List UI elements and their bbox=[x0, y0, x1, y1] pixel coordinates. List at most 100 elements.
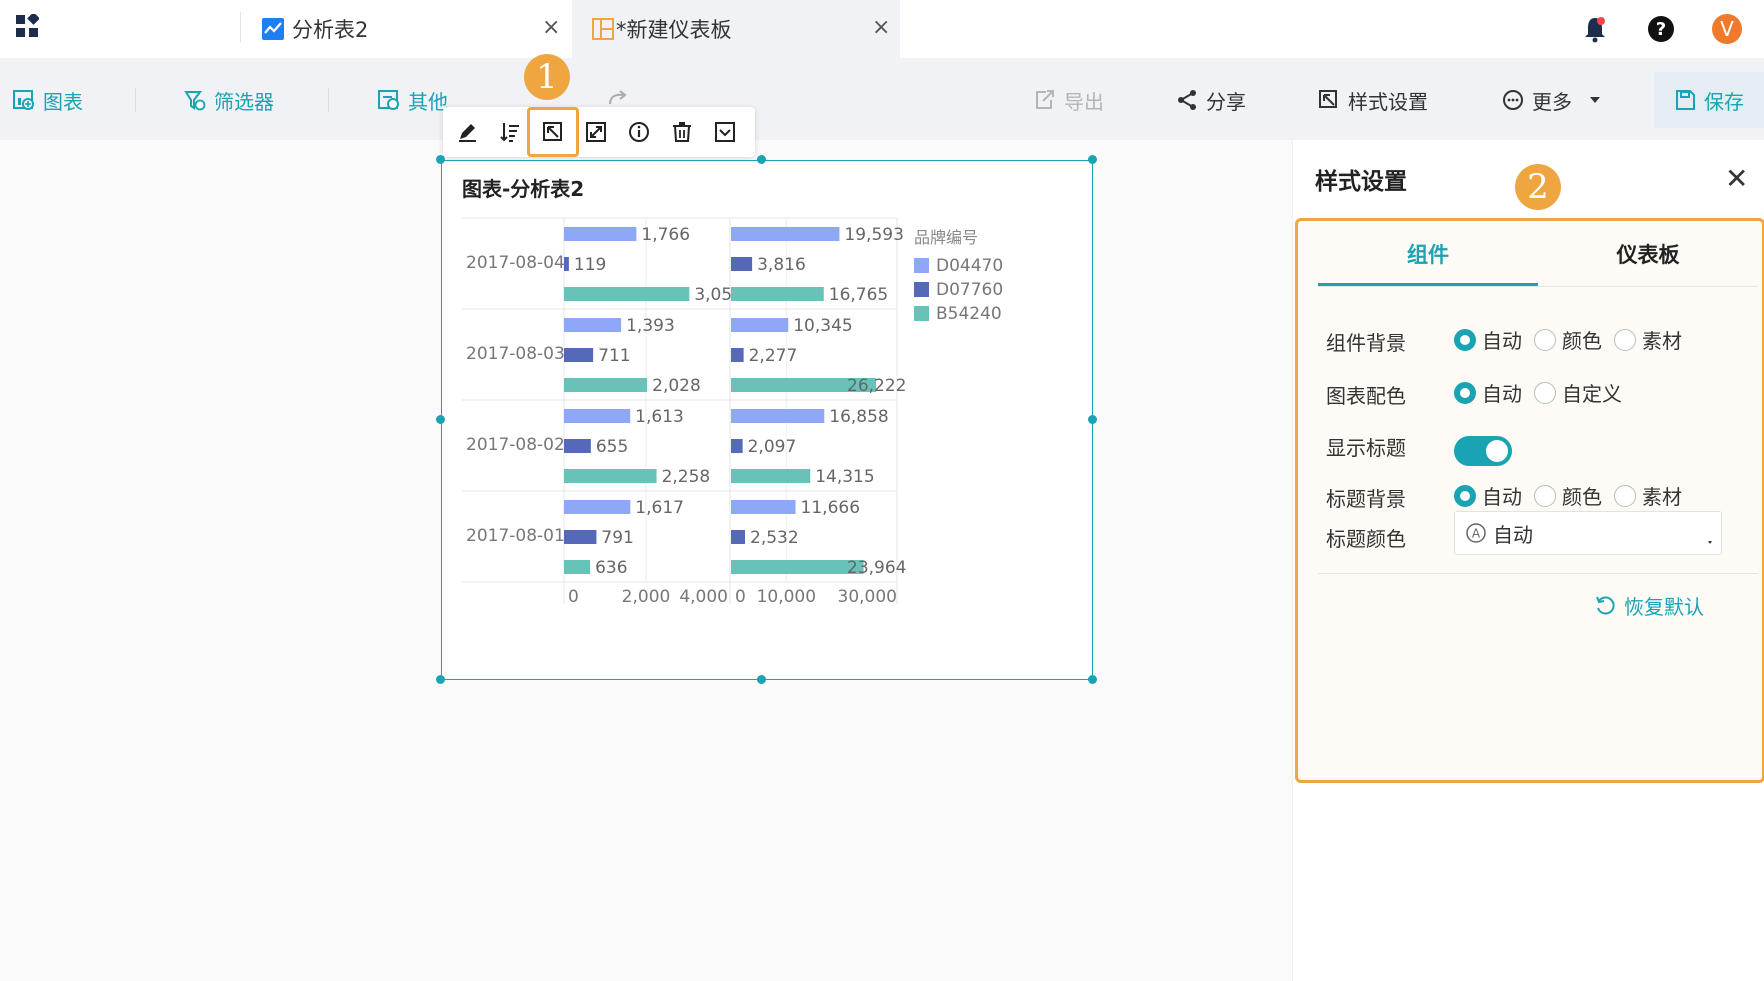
bar bbox=[564, 227, 637, 241]
radio-dot bbox=[1614, 484, 1636, 507]
title-color-select[interactable]: A 自动 bbox=[1454, 511, 1722, 555]
show-title-label: 显示标题 bbox=[1326, 436, 1406, 460]
data-label: 23,964 bbox=[847, 558, 906, 578]
data-label: 791 bbox=[601, 528, 633, 548]
caret-down-icon bbox=[1590, 97, 1600, 103]
highlight-frame bbox=[527, 107, 579, 157]
filter-icon bbox=[184, 91, 206, 111]
tab-dashboard[interactable]: 仪表板 bbox=[1538, 239, 1758, 269]
edit-button[interactable] bbox=[454, 119, 480, 145]
resize-handle[interactable] bbox=[436, 415, 445, 424]
close-icon[interactable]: × bbox=[872, 15, 890, 40]
data-label: 636 bbox=[595, 558, 627, 578]
bar bbox=[564, 287, 690, 301]
palette-auto-radio[interactable]: 自动 bbox=[1454, 378, 1522, 407]
radio-label: 自动 bbox=[1482, 329, 1522, 353]
avatar-letter: V bbox=[1720, 17, 1734, 41]
info-icon bbox=[629, 122, 649, 142]
resize-handle[interactable] bbox=[1088, 675, 1097, 684]
resize-handle[interactable] bbox=[436, 155, 445, 164]
resize-handle[interactable] bbox=[436, 675, 445, 684]
badge-number: 2 bbox=[1527, 167, 1549, 207]
data-label: 1,613 bbox=[635, 407, 684, 427]
data-label: 119 bbox=[574, 255, 606, 275]
title-bg-color-radio[interactable]: 颜色 bbox=[1534, 481, 1602, 510]
svg-text:A: A bbox=[1472, 527, 1481, 541]
filter-button[interactable]: 筛选器 bbox=[184, 85, 274, 115]
info-button[interactable] bbox=[626, 119, 652, 145]
toolbar-divider bbox=[135, 88, 136, 112]
radio-dot bbox=[1614, 328, 1636, 351]
title-bg-auto-radio[interactable]: 自动 bbox=[1454, 481, 1522, 510]
bar bbox=[564, 560, 591, 574]
more-button[interactable]: 更多 bbox=[1502, 85, 1610, 115]
data-label: 655 bbox=[596, 437, 628, 457]
delete-button[interactable] bbox=[669, 119, 695, 145]
bar bbox=[564, 318, 622, 332]
avatar[interactable]: V bbox=[1712, 14, 1742, 44]
sort-button[interactable] bbox=[497, 119, 523, 145]
resize-handle[interactable] bbox=[757, 675, 766, 684]
radio-label: 颜色 bbox=[1562, 485, 1602, 509]
bar bbox=[564, 500, 631, 514]
style-settings-button-label: 样式设置 bbox=[1348, 89, 1428, 114]
data-label: 26,222 bbox=[847, 376, 906, 396]
bar bbox=[564, 257, 569, 271]
share-button[interactable]: 分享 bbox=[1176, 85, 1246, 115]
legend-swatch bbox=[914, 258, 929, 273]
bar bbox=[731, 257, 753, 271]
resize-handle[interactable] bbox=[1088, 155, 1097, 164]
expand-icon bbox=[586, 122, 606, 142]
bell-icon[interactable] bbox=[1580, 14, 1610, 44]
app-menu-icon[interactable] bbox=[15, 14, 39, 38]
tab-bar: 分析表2 × *新建仪表板 × ? V bbox=[0, 0, 1764, 58]
style-settings-button[interactable]: 样式设置 bbox=[1318, 85, 1428, 115]
bg-color-radio[interactable]: 颜色 bbox=[1534, 325, 1602, 354]
close-icon[interactable]: × bbox=[542, 15, 560, 40]
save-button[interactable]: 保存 bbox=[1654, 72, 1764, 128]
svg-text:?: ? bbox=[1656, 19, 1666, 40]
radio-dot bbox=[1534, 381, 1556, 404]
chart-component[interactable]: 图表-分析表2 2017-08-04 1,766 19,593 119 3,816 3,0… bbox=[441, 160, 1093, 680]
bar bbox=[731, 227, 840, 241]
resize-handle[interactable] bbox=[1088, 415, 1097, 424]
palette-custom-radio[interactable]: 自定义 bbox=[1534, 378, 1622, 407]
chart-palette-label: 图表配色 bbox=[1326, 384, 1406, 408]
chart-button[interactable]: 图表 bbox=[13, 85, 83, 115]
help-icon[interactable]: ? bbox=[1646, 14, 1676, 44]
other-button-label: 其他 bbox=[408, 89, 448, 114]
export-button[interactable]: 导出 bbox=[1034, 85, 1104, 115]
data-label: 1,617 bbox=[635, 498, 684, 518]
radio-label: 自定义 bbox=[1562, 382, 1622, 406]
show-title-toggle[interactable] bbox=[1454, 436, 1512, 466]
legend-label: D04470 bbox=[936, 256, 1003, 276]
radio-label: 素材 bbox=[1642, 329, 1682, 353]
radio-dot bbox=[1454, 484, 1476, 507]
redo-icon[interactable] bbox=[606, 88, 630, 108]
pencil-icon bbox=[459, 124, 476, 142]
tab-analysis-2[interactable]: 分析表2 × bbox=[262, 0, 570, 58]
chevron-down-icon bbox=[1708, 541, 1712, 544]
data-label: 2,258 bbox=[662, 467, 711, 487]
bar bbox=[731, 409, 825, 423]
resize-handle[interactable] bbox=[757, 155, 766, 164]
bg-material-radio[interactable]: 素材 bbox=[1614, 325, 1682, 354]
collapse-button[interactable] bbox=[712, 119, 738, 145]
fullscreen-button[interactable] bbox=[583, 119, 609, 145]
active-tab-indicator bbox=[1318, 283, 1538, 286]
restore-default-button[interactable]: 恢复默认 bbox=[1594, 591, 1704, 620]
component-mini-toolbar bbox=[443, 107, 755, 157]
style-settings-panel: 样式设置 ✕ 2 组件 仪表板 组件背景 自动 颜色 素材 图表配色 自动 自定… bbox=[1292, 140, 1764, 981]
more-icon bbox=[1503, 90, 1523, 110]
chart-button-label: 图表 bbox=[43, 89, 83, 114]
data-label: 2,532 bbox=[750, 528, 799, 548]
bg-auto-radio[interactable]: 自动 bbox=[1454, 325, 1522, 354]
radio-dot bbox=[1454, 328, 1476, 351]
close-icon[interactable]: ✕ bbox=[1725, 162, 1748, 195]
tab-new-dashboard[interactable]: *新建仪表板 × bbox=[572, 0, 900, 58]
bar bbox=[731, 530, 746, 544]
other-button[interactable]: 其他 bbox=[378, 85, 448, 115]
analysis-chart-icon bbox=[262, 18, 284, 40]
title-bg-material-radio[interactable]: 素材 bbox=[1614, 481, 1682, 510]
tab-component[interactable]: 组件 bbox=[1318, 239, 1538, 269]
